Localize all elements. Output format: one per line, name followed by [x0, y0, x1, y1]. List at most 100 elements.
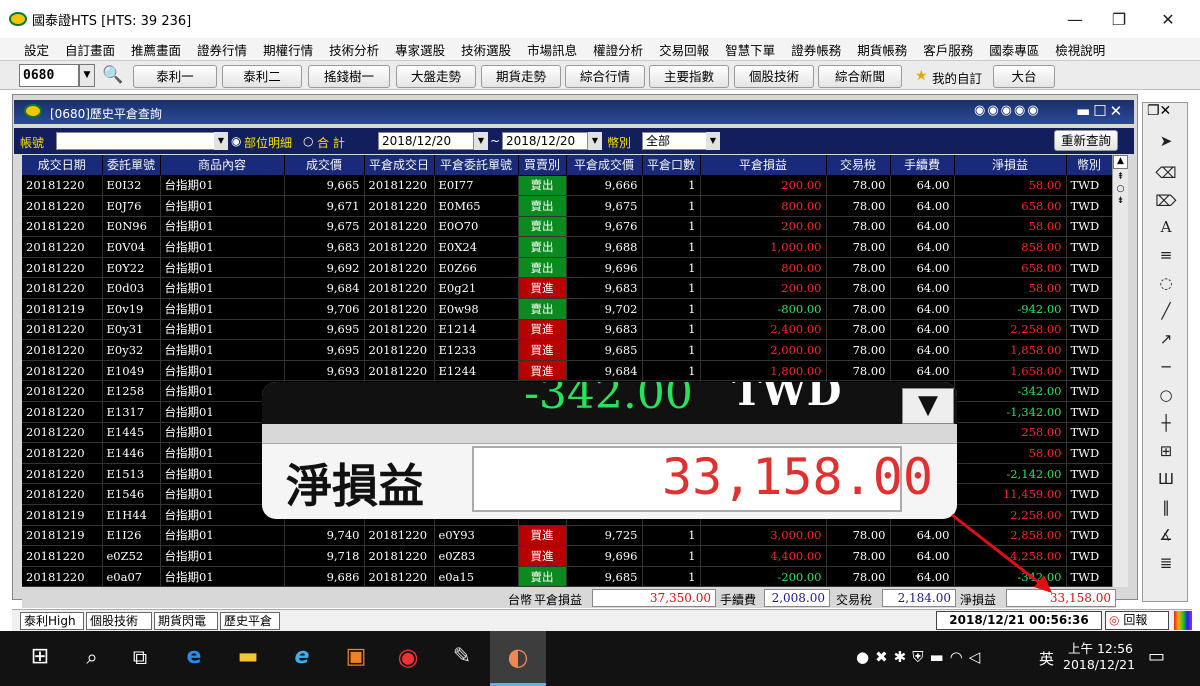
task-view-icon[interactable]: ⧉: [124, 640, 156, 674]
column-header[interactable]: 手續費: [890, 155, 955, 176]
column-header[interactable]: 幣別: [1066, 155, 1112, 176]
menu-item[interactable]: 技術選股: [453, 40, 519, 59]
edge-browser-icon[interactable]: e: [178, 640, 210, 674]
parallel-lines-icon[interactable]: ≡: [1153, 246, 1179, 266]
refresh-button[interactable]: 重新查詢: [1054, 130, 1118, 151]
fan-tool-icon[interactable]: ∡: [1153, 526, 1179, 546]
toolbar-button[interactable]: 期貨走勢: [481, 65, 561, 88]
menu-item[interactable]: 設定: [16, 40, 57, 59]
menu-item[interactable]: 期貨帳務: [849, 40, 915, 59]
ie-browser-icon[interactable]: e: [286, 640, 318, 674]
column-header[interactable]: 平倉損益: [700, 155, 827, 176]
search-icon[interactable]: 🔍: [102, 65, 123, 85]
chrome-icon[interactable]: ◉: [392, 640, 424, 674]
table-row[interactable]: 20181219 E0v19 台指期01 9,706 20181220 E0w98 賣出 9,…: [22, 298, 1112, 320]
paint-icon[interactable]: ✎: [446, 640, 478, 674]
table-row[interactable]: 20181220 E0d03 台指期01 9,684 20181220 E0g21 買進 9,…: [22, 277, 1112, 300]
channel-tool-icon[interactable]: ≣: [1153, 554, 1179, 574]
toolbar-button[interactable]: 泰利一: [133, 65, 217, 88]
menu-item[interactable]: 客戶服務: [915, 40, 981, 59]
bars-tool-icon[interactable]: Ш: [1153, 470, 1179, 490]
eraser-icon[interactable]: ⌫: [1153, 164, 1179, 184]
column-header[interactable]: 淨損益: [954, 155, 1067, 176]
gann-tool-icon[interactable]: ‖: [1153, 498, 1179, 518]
menu-item[interactable]: 證券行情: [189, 40, 255, 59]
tray-icons[interactable]: ●✖✱⛨▬◠◁: [856, 648, 986, 666]
ime-indicator[interactable]: 英: [1039, 648, 1054, 669]
notification-icon[interactable]: ▭: [1148, 646, 1165, 667]
toolbar-button[interactable]: 主要指數: [649, 65, 729, 88]
minimize-icon[interactable]: —: [1060, 8, 1090, 32]
report-button[interactable]: ◎ 回報: [1105, 611, 1169, 630]
palette-window-buttons[interactable]: ❐✕: [1147, 103, 1171, 119]
menu-item[interactable]: 技術分析: [321, 40, 387, 59]
text-tool-icon[interactable]: A: [1153, 218, 1179, 238]
toolbar-button[interactable]: 大盤走勢: [396, 65, 476, 88]
column-header[interactable]: 成交日期: [22, 155, 103, 176]
toolbar-button[interactable]: 搖錢樹一: [308, 65, 390, 88]
window-tab[interactable]: 泰利High一: [20, 612, 84, 644]
vline-tool-icon[interactable]: ┼: [1153, 414, 1179, 434]
panel-control-icons[interactable]: ◉◉◉◉◉: [974, 103, 1041, 118]
table-row[interactable]: 20181220 E0y32 台指期01 9,695 20181220 E1233 買進 9,…: [22, 339, 1112, 361]
search-taskbar-icon[interactable]: ⌕: [76, 640, 108, 674]
menu-item[interactable]: 推薦畫面: [123, 40, 189, 59]
table-row[interactable]: 20181220 E0N96 台指期01 9,675 20181220 E0O70 賣出 9,…: [22, 216, 1112, 238]
column-header[interactable]: 成交價: [284, 155, 365, 176]
file-explorer-icon[interactable]: ▬: [232, 640, 264, 674]
column-header[interactable]: 商品內容: [160, 155, 285, 176]
menu-item[interactable]: 交易回報: [651, 40, 717, 59]
panel-window-buttons[interactable]: ▬☐✕: [1076, 102, 1125, 120]
favorite-button[interactable]: 我的自訂: [932, 68, 982, 87]
eraser-all-icon[interactable]: ⌦: [1153, 192, 1179, 212]
restore-icon[interactable]: ❐: [1104, 8, 1134, 32]
column-header[interactable]: 買賣別: [518, 155, 567, 176]
date-from-input[interactable]: 2018/12/20: [378, 132, 474, 150]
toolbar-button[interactable]: 綜合行情: [565, 65, 645, 88]
ellipse-tool-icon[interactable]: ◌: [1153, 274, 1179, 294]
scroll-nav-icons[interactable]: ⇞ ○ ⇟: [1113, 171, 1128, 207]
fibonacci-tool-icon[interactable]: ⊞: [1153, 442, 1179, 462]
column-header[interactable]: 委託單號: [102, 155, 161, 176]
hts-app-icon[interactable]: ◐: [502, 640, 534, 674]
currency-dropdown-icon[interactable]: ▼: [706, 132, 720, 150]
table-row[interactable]: 20181220 E0J76 台指期01 9,671 20181220 E0M65 賣出 9,…: [22, 195, 1112, 217]
toolbar-button[interactable]: 泰利二: [222, 65, 302, 88]
taskbar-time[interactable]: 上午 12:56: [1068, 638, 1133, 657]
column-header[interactable]: 交易稅: [826, 155, 891, 176]
window-tab[interactable]: 歷史平倉: [220, 612, 280, 630]
menu-item[interactable]: 檢視說明: [1047, 40, 1113, 59]
menu-item[interactable]: 智慧下單: [717, 40, 783, 59]
toolbar-button[interactable]: 個股技術: [734, 65, 814, 88]
scroll-up-icon[interactable]: ▲: [1113, 155, 1128, 169]
menu-item[interactable]: 市場訊息: [519, 40, 585, 59]
menu-item[interactable]: 證券帳務: [783, 40, 849, 59]
toolbar-button[interactable]: 綜合新聞: [818, 65, 902, 88]
account-dropdown-icon[interactable]: ▼: [214, 132, 228, 150]
hline-tool-icon[interactable]: ─: [1153, 358, 1179, 378]
menu-item[interactable]: 權證分析: [585, 40, 651, 59]
pointer-icon[interactable]: ➤: [1153, 132, 1179, 152]
radio-total[interactable]: ○: [303, 134, 313, 148]
line-tool-icon[interactable]: ╱: [1153, 302, 1179, 322]
radio-detail[interactable]: ◉: [231, 134, 241, 148]
menu-item[interactable]: 自訂畫面: [57, 40, 123, 59]
column-header[interactable]: 平倉委託單號: [434, 155, 519, 176]
color-palette-icon[interactable]: [1174, 611, 1192, 630]
table-row[interactable]: 20181220 E0Y22 台指期01 9,692 20181220 E0Z66 賣出 9,…: [22, 257, 1112, 279]
column-header[interactable]: 平倉口數: [642, 155, 701, 176]
table-scrollbar[interactable]: ▲ ⇞ ○ ⇟: [1112, 155, 1128, 587]
table-row[interactable]: 20181220 E0y31 台指期01 9,695 20181220 E1214 買進 9,…: [22, 319, 1112, 341]
window-tab[interactable]: 個股技術: [86, 612, 152, 630]
code-dropdown-icon[interactable]: ▼: [79, 64, 95, 87]
market-button[interactable]: 大台: [993, 65, 1055, 88]
menu-item[interactable]: 國泰專區: [981, 40, 1047, 59]
column-header[interactable]: 平倉成交日: [364, 155, 435, 176]
column-header[interactable]: 平倉成交價: [566, 155, 643, 176]
start-icon[interactable]: ⊞: [24, 640, 56, 674]
table-row[interactable]: 20181220 E0I32 台指期01 9,665 20181220 E0I77 賣出 9,…: [22, 175, 1112, 197]
arrow-tool-icon[interactable]: ↗: [1153, 330, 1179, 350]
media-player-icon[interactable]: ▣: [340, 640, 372, 674]
table-row[interactable]: 20181220 E1049 台指期01 9,693 20181220 E1244 買進 9,…: [22, 360, 1112, 382]
taskbar-date[interactable]: 2018/12/21: [1063, 657, 1135, 672]
